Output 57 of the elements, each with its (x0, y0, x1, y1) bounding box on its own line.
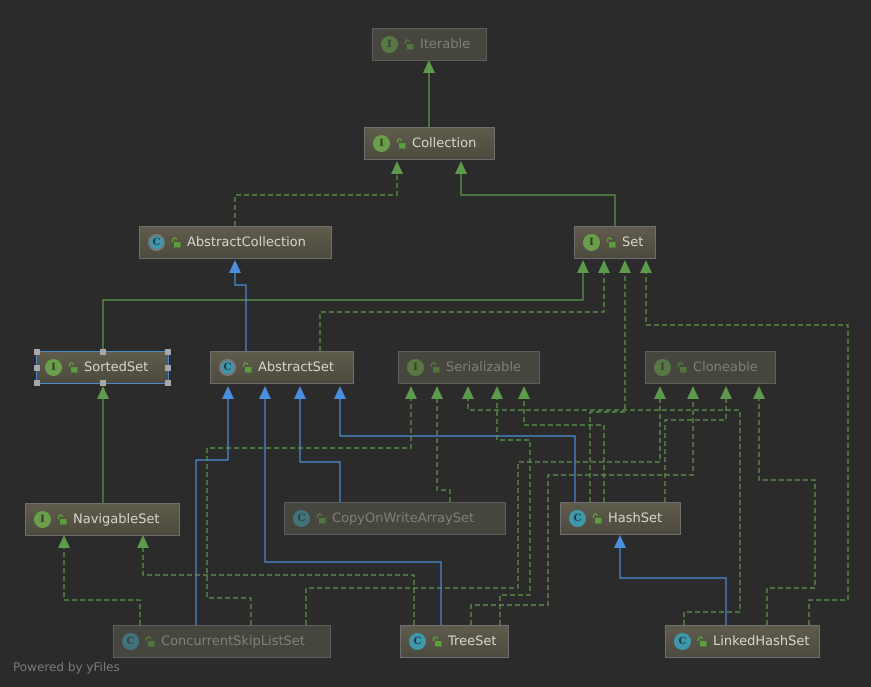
padlock-icon (606, 237, 616, 248)
interface-icon: I (34, 511, 51, 528)
padlock-icon (171, 237, 181, 248)
padlock-icon (145, 636, 155, 647)
padlock-icon (430, 362, 440, 373)
resize-handle[interactable] (34, 380, 40, 386)
class-name: Serializable (446, 360, 522, 375)
class-name: CopyOnWriteArraySet (332, 511, 474, 526)
class-node[interactable]: I Collection (364, 127, 495, 160)
padlock-icon (432, 636, 442, 647)
resize-handle[interactable] (165, 380, 171, 386)
class-name: Set (622, 235, 644, 250)
class-name: HashSet (608, 511, 662, 526)
class-icon: C (409, 633, 426, 650)
padlock-icon (404, 39, 414, 50)
resize-handle[interactable] (165, 349, 171, 355)
class-node[interactable]: C AbstractSet (210, 351, 354, 384)
class-icon: C (122, 633, 139, 650)
class-node[interactable]: I NavigableSet (25, 503, 180, 536)
class-icon: C (219, 359, 236, 376)
interface-icon: I (45, 359, 62, 376)
padlock-icon (677, 362, 687, 373)
class-name: Cloneable (693, 360, 758, 375)
class-name: Iterable (420, 37, 470, 52)
class-node[interactable]: I Set (574, 226, 656, 259)
class-icon: C (674, 633, 691, 650)
padlock-icon (697, 636, 707, 647)
class-name: AbstractSet (258, 360, 334, 375)
padlock-icon (396, 138, 406, 149)
class-name: NavigableSet (73, 512, 160, 527)
resize-handle[interactable] (100, 380, 106, 386)
class-icon: C (293, 510, 310, 527)
class-name: AbstractCollection (187, 235, 306, 250)
class-name: Collection (412, 136, 476, 151)
class-icon: C (569, 510, 586, 527)
padlock-icon (316, 513, 326, 524)
interface-icon: I (583, 234, 600, 251)
class-name: LinkedHashSet (713, 634, 810, 649)
padlock-icon (57, 514, 67, 525)
class-node[interactable]: C HashSet (560, 502, 681, 535)
class-name: TreeSet (448, 634, 496, 649)
class-icon: C (148, 234, 165, 251)
class-node[interactable]: C AbstractCollection (139, 226, 332, 259)
padlock-icon (68, 362, 78, 373)
class-node[interactable]: C LinkedHashSet (665, 625, 820, 658)
resize-handle[interactable] (165, 364, 171, 370)
class-name: SortedSet (84, 360, 148, 375)
class-node[interactable]: I SortedSet (36, 351, 169, 384)
class-name: ConcurrentSkipListSet (161, 634, 305, 649)
interface-icon: I (373, 135, 390, 152)
padlock-icon (242, 362, 252, 373)
class-node[interactable]: C TreeSet (400, 625, 509, 658)
footer-text: Powered by yFiles (13, 660, 120, 674)
resize-handle[interactable] (34, 349, 40, 355)
resize-handle[interactable] (34, 364, 40, 370)
padlock-icon (592, 513, 602, 524)
resize-handle[interactable] (100, 349, 106, 355)
